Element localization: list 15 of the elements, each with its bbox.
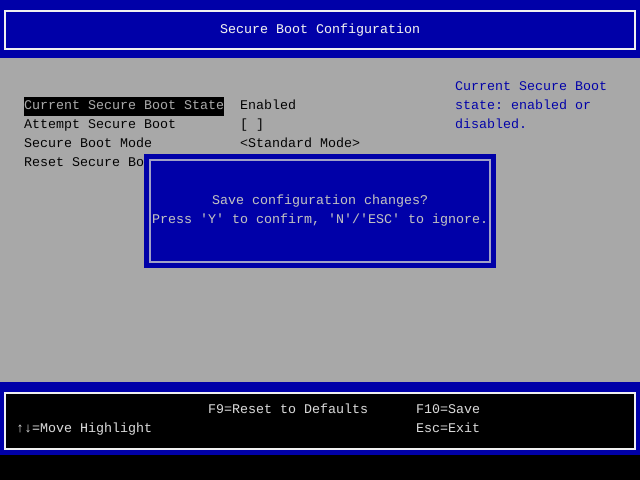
key-hint: F10=Save — [416, 402, 480, 420]
menu-item[interactable]: Reset Secure Bo — [24, 154, 144, 173]
menu-item[interactable]: Secure Boot Mode — [24, 135, 152, 154]
help-text: Current Secure Boot state: enabled or disabled. — [455, 79, 607, 135]
key-hint: Esc=Exit — [416, 421, 480, 439]
menu-item[interactable]: Attempt Secure Boot — [24, 116, 176, 135]
setting-value[interactable]: Enabled — [240, 97, 296, 116]
dialog-message: Save configuration changes? — [212, 193, 428, 211]
dialog-message: Press 'Y' to confirm, 'N'/'ESC' to ignore. — [152, 212, 488, 230]
menu-item[interactable]: Current Secure Boot State — [24, 97, 224, 116]
window-title: Secure Boot Configuration — [220, 22, 420, 40]
setting-value[interactable]: [ ] — [240, 116, 264, 135]
key-hint: F9=Reset to Defaults — [208, 402, 368, 420]
setting-value[interactable]: <Standard Mode> — [240, 135, 360, 154]
key-hint: ↑↓=Move Highlight — [16, 421, 152, 439]
